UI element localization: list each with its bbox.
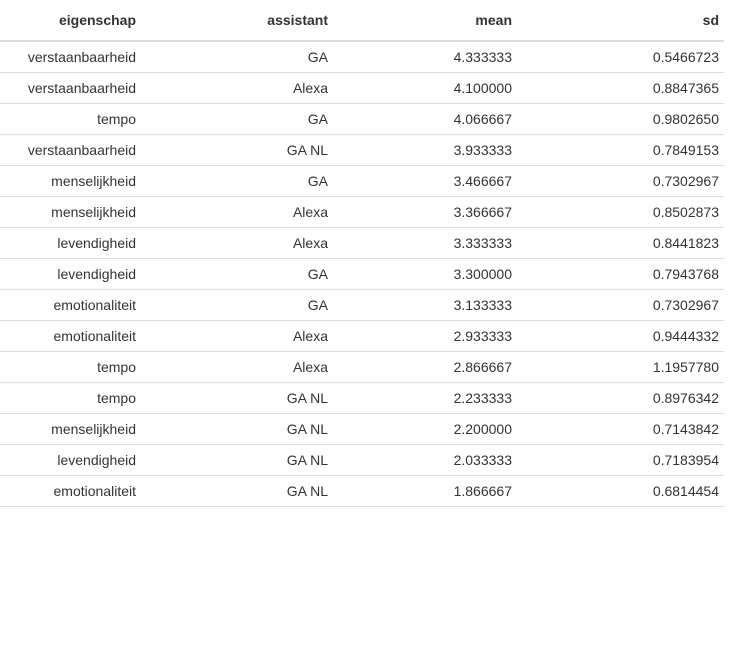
cell-eigenschap: menselijkheid <box>0 196 141 228</box>
cell-mean: 2.033333 <box>333 444 517 476</box>
cell-eigenschap: menselijkheid <box>0 165 141 197</box>
header-mean: mean <box>333 0 517 42</box>
cell-sd: 0.9802650 <box>517 103 724 135</box>
cell-assistant: Alexa <box>141 351 333 383</box>
cell-mean: 4.066667 <box>333 103 517 135</box>
table-row: emotionaliteit GA 3.133333 0.7302967 <box>0 289 724 321</box>
cell-sd: 0.8441823 <box>517 227 724 259</box>
cell-mean: 4.333333 <box>333 41 517 73</box>
cell-mean: 3.133333 <box>333 289 517 321</box>
cell-eigenschap: levendigheid <box>0 444 141 476</box>
cell-mean: 3.366667 <box>333 196 517 228</box>
cell-sd: 1.1957780 <box>517 351 724 383</box>
table-row: tempo Alexa 2.866667 1.1957780 <box>0 351 724 383</box>
table-row: verstaanbaarheid GA 4.333333 0.5466723 <box>0 41 724 73</box>
cell-eigenschap: menselijkheid <box>0 413 141 445</box>
cell-mean: 4.100000 <box>333 72 517 104</box>
cell-mean: 2.933333 <box>333 320 517 352</box>
cell-assistant: GA NL <box>141 382 333 414</box>
table-row: emotionaliteit GA NL 1.866667 0.6814454 <box>0 475 724 507</box>
table-row: tempo GA 4.066667 0.9802650 <box>0 103 724 135</box>
cell-mean: 1.866667 <box>333 475 517 507</box>
cell-sd: 0.6814454 <box>517 475 724 507</box>
cell-mean: 3.933333 <box>333 134 517 166</box>
cell-mean: 2.233333 <box>333 382 517 414</box>
cell-assistant: GA NL <box>141 475 333 507</box>
cell-mean: 3.300000 <box>333 258 517 290</box>
cell-eigenschap: tempo <box>0 103 141 135</box>
cell-assistant: Alexa <box>141 227 333 259</box>
cell-mean: 3.466667 <box>333 165 517 197</box>
cell-eigenschap: levendigheid <box>0 258 141 290</box>
cell-assistant: GA NL <box>141 413 333 445</box>
cell-eigenschap: verstaanbaarheid <box>0 41 141 73</box>
header-assistant: assistant <box>141 0 333 42</box>
table-row: menselijkheid GA 3.466667 0.7302967 <box>0 165 724 197</box>
table-row: verstaanbaarheid GA NL 3.933333 0.7849153 <box>0 134 724 166</box>
cell-eigenschap: tempo <box>0 382 141 414</box>
table-row: tempo GA NL 2.233333 0.8976342 <box>0 382 724 414</box>
cell-sd: 0.7849153 <box>517 134 724 166</box>
cell-eigenschap: levendigheid <box>0 227 141 259</box>
cell-mean: 3.333333 <box>333 227 517 259</box>
cell-assistant: Alexa <box>141 72 333 104</box>
cell-sd: 0.7143842 <box>517 413 724 445</box>
cell-assistant: GA NL <box>141 134 333 166</box>
cell-sd: 0.9444332 <box>517 320 724 352</box>
cell-sd: 0.7943768 <box>517 258 724 290</box>
cell-sd: 0.8847365 <box>517 72 724 104</box>
cell-eigenschap: emotionaliteit <box>0 475 141 507</box>
table-row: emotionaliteit Alexa 2.933333 0.9444332 <box>0 320 724 352</box>
cell-sd: 0.7302967 <box>517 289 724 321</box>
cell-sd: 0.7183954 <box>517 444 724 476</box>
cell-sd: 0.7302967 <box>517 165 724 197</box>
cell-eigenschap: verstaanbaarheid <box>0 134 141 166</box>
table-row: levendigheid GA 3.300000 0.7943768 <box>0 258 724 290</box>
table-row: levendigheid Alexa 3.333333 0.8441823 <box>0 227 724 259</box>
cell-mean: 2.200000 <box>333 413 517 445</box>
cell-assistant: GA <box>141 103 333 135</box>
table-row: menselijkheid GA NL 2.200000 0.7143842 <box>0 413 724 445</box>
cell-sd: 0.8976342 <box>517 382 724 414</box>
cell-eigenschap: tempo <box>0 351 141 383</box>
table-row: verstaanbaarheid Alexa 4.100000 0.8847365 <box>0 72 724 104</box>
table-header: eigenschap assistant mean sd <box>0 0 724 42</box>
cell-eigenschap: verstaanbaarheid <box>0 72 141 104</box>
cell-eigenschap: emotionaliteit <box>0 320 141 352</box>
cell-assistant: GA <box>141 258 333 290</box>
header-eigenschap: eigenschap <box>0 0 141 42</box>
table-row: menselijkheid Alexa 3.366667 0.8502873 <box>0 196 724 228</box>
cell-assistant: GA <box>141 41 333 73</box>
header-sd: sd <box>517 0 724 42</box>
cell-assistant: Alexa <box>141 196 333 228</box>
table-row: levendigheid GA NL 2.033333 0.7183954 <box>0 444 724 476</box>
results-table: eigenschap assistant mean sd verstaanbaa… <box>0 0 724 507</box>
table-body: verstaanbaarheid GA 4.333333 0.5466723 verst… <box>0 41 724 507</box>
cell-assistant: GA NL <box>141 444 333 476</box>
cell-sd: 0.5466723 <box>517 41 724 73</box>
cell-assistant: GA <box>141 289 333 321</box>
cell-mean: 2.866667 <box>333 351 517 383</box>
header-row: eigenschap assistant mean sd <box>0 0 724 42</box>
cell-assistant: Alexa <box>141 320 333 352</box>
cell-eigenschap: emotionaliteit <box>0 289 141 321</box>
cell-sd: 0.8502873 <box>517 196 724 228</box>
cell-assistant: GA <box>141 165 333 197</box>
